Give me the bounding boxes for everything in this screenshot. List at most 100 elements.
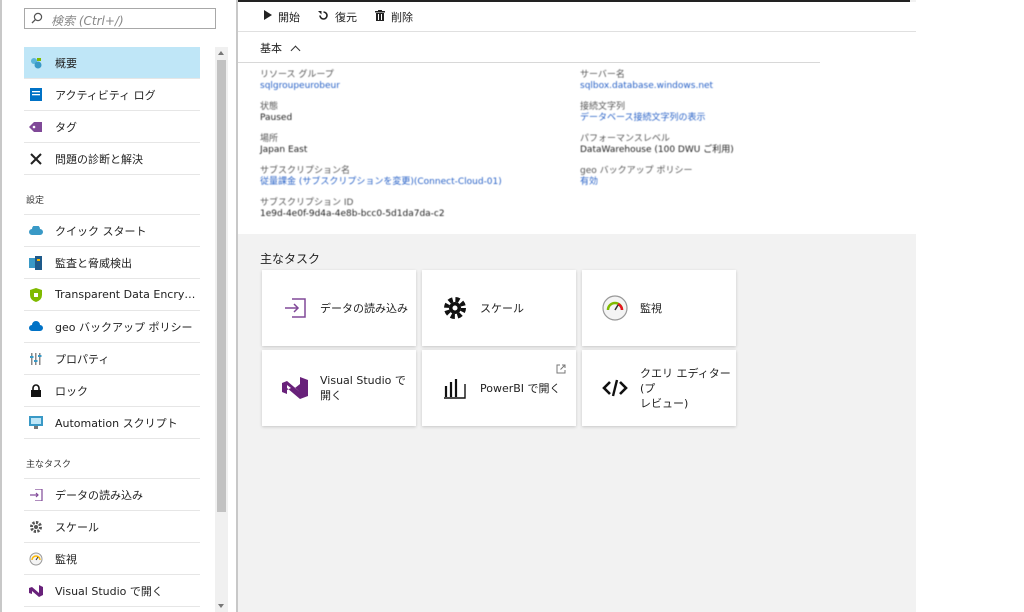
field-value: Paused [260, 113, 293, 123]
search-box[interactable]: 検索 (Ctrl+/) [24, 8, 216, 29]
sidebar-item-label: Transparent Data Encryption [55, 288, 200, 301]
sidebar-item-label: 監査と脅威検出 [55, 256, 132, 270]
section-tasks: 主なタスク [24, 439, 200, 479]
trash-icon [375, 9, 385, 24]
sidebar-item-diagnose[interactable]: 問題の診断と解決 [24, 143, 200, 175]
geo-backup-icon [28, 319, 44, 335]
tile-label-line1: クエリ エディター (プ [640, 366, 731, 395]
tasks-title: 主なタスク [260, 252, 321, 266]
sidebar-item-properties[interactable]: プロパティ [24, 343, 200, 375]
window-border [0, 0, 2, 612]
scroll-down-icon[interactable] [218, 604, 224, 608]
sidebar-item-label: Automation スクリプト [55, 416, 178, 430]
powerbi-icon [440, 373, 470, 403]
delete-button[interactable]: 削除 [375, 9, 413, 25]
main-panel: 開始 復元 削除 基本 リソース グループ sqlgroupeurobeur 状… [238, 0, 916, 612]
sidebar-item-quickstart[interactable]: クイック スタート [24, 215, 200, 247]
scale-gear-icon [28, 519, 44, 535]
field-key: geo バックアップ ポリシー [580, 166, 693, 176]
load-data-icon [28, 487, 44, 503]
field-value-link[interactable]: データベース接続文字列の表示 [580, 113, 706, 124]
field-subscription-id: サブスクリプション ID 1e9d-4e0f-9d4a-4e8b-bcc0-5d… [260, 198, 445, 220]
sidebar-item-label: クイック スタート [55, 224, 147, 238]
field-key: 場所 [260, 134, 279, 144]
field-value-link[interactable]: 従量課金 (サブスクリプションを変更)(Connect-Cloud-01) [260, 177, 502, 188]
sidebar-item-tde[interactable]: Transparent Data Encryption [24, 279, 200, 311]
tile-monitor[interactable]: 監視 [582, 270, 736, 346]
sidebar-item-visual-studio[interactable]: Visual Studio で開く [24, 575, 200, 607]
sidebar-item-label: スケール [55, 520, 99, 534]
scale-gear-icon [440, 293, 470, 323]
field-performance-level: パフォーマンスレベル DataWarehouse (100 DWU ご利用) [580, 134, 734, 156]
field-key: 状態 [260, 102, 279, 112]
field-server-name: サーバー名 sqlbox.database.windows.net [580, 70, 713, 92]
sidebar-item-label: プロパティ [55, 352, 110, 366]
sidebar-item-tags[interactable]: タグ [24, 111, 200, 143]
tile-powerbi[interactable]: PowerBI で開く [422, 350, 576, 426]
essentials-toggle[interactable]: 基本 [260, 40, 301, 56]
field-key: パフォーマンスレベル [580, 134, 670, 144]
sidebar-item-label: データの読み込み [55, 488, 143, 502]
sidebar-item-label: 概要 [55, 56, 77, 70]
sidebar-item-scale[interactable]: スケール [24, 511, 200, 543]
sidebar-item-label: geo バックアップ ポリシー [55, 320, 193, 334]
external-link-icon [556, 364, 566, 374]
field-status: 状態 Paused [260, 102, 292, 124]
empty-area [916, 0, 1024, 612]
tile-label-line2: レビュー) [640, 396, 689, 410]
field-subscription: サブスクリプション名 従量課金 (サブスクリプションを変更)(Connect-C… [260, 166, 502, 188]
essentials-panel: 基本 リソース グループ sqlgroupeurobeur 状態 Paused … [238, 32, 916, 234]
tile-label-line2: 開く [320, 389, 342, 402]
activity-log-icon [28, 87, 44, 103]
field-value-link[interactable]: sqlgroupeurobeur [260, 81, 340, 92]
sidebar-item-audit[interactable]: 監査と脅威検出 [24, 247, 200, 279]
field-geo-backup: geo バックアップ ポリシー 有効 [580, 166, 692, 188]
field-resource-group: リソース グループ sqlgroupeurobeur [260, 70, 340, 92]
scrollbar-thumb[interactable] [217, 60, 226, 512]
sidebar-item-load-data[interactable]: データの読み込み [24, 479, 200, 511]
visual-studio-icon [28, 583, 44, 599]
sidebar-item-label: Visual Studio で開く [55, 584, 163, 598]
tag-icon [28, 119, 44, 135]
tile-query-editor[interactable]: クエリ エディター (プ レビュー) [582, 350, 736, 426]
sidebar-item-label: 監視 [55, 552, 77, 566]
sidebar-item-overview[interactable]: 概要 [24, 47, 200, 79]
field-connection-strings: 接続文字列 データベース接続文字列の表示 [580, 102, 706, 124]
start-button[interactable]: 開始 [264, 9, 300, 25]
field-key: サブスクリプション ID [260, 198, 354, 208]
field-value: DataWarehouse (100 DWU ご利用) [580, 145, 734, 155]
tile-visual-studio[interactable]: Visual Studio で開く [262, 350, 416, 426]
sidebar-item-geo-backup[interactable]: geo バックアップ ポリシー [24, 311, 200, 343]
restore-icon [318, 10, 329, 24]
load-data-icon [280, 293, 310, 323]
field-key: リソース グループ [260, 70, 334, 80]
tile-label: Visual Studio で開く [320, 373, 406, 403]
field-value-link[interactable]: sqlbox.database.windows.net [580, 81, 713, 92]
sidebar-scrollbar[interactable] [215, 47, 228, 612]
automation-icon [28, 415, 44, 431]
field-value-link[interactable]: 有効 [580, 177, 692, 188]
restore-label: 復元 [335, 10, 357, 24]
sidebar-item-activity-log[interactable]: アクティビティ ログ [24, 79, 200, 111]
lock-icon [28, 383, 44, 399]
search-placeholder: 検索 (Ctrl+/) [51, 14, 124, 28]
sidebar-item-lock[interactable]: ロック [24, 375, 200, 407]
tile-scale[interactable]: スケール [422, 270, 576, 346]
tile-load-data[interactable]: データの読み込み [262, 270, 416, 346]
chevron-up-icon [290, 45, 301, 55]
essentials-title: 基本 [260, 42, 282, 55]
sidebar-item-monitor[interactable]: 監視 [24, 543, 200, 575]
field-location: 場所 Japan East [260, 134, 307, 156]
field-key: サーバー名 [580, 70, 625, 80]
query-editor-icon [600, 373, 630, 403]
monitor-gauge-icon [28, 551, 44, 567]
sidebar-item-automation[interactable]: Automation スクリプト [24, 407, 200, 439]
sidebar-item-label: タグ [55, 120, 77, 134]
restore-button[interactable]: 復元 [318, 9, 357, 25]
sidebar-item-label: アクティビティ ログ [55, 88, 156, 102]
scroll-up-icon[interactable] [218, 51, 224, 55]
sidebar-item-label: 問題の診断と解決 [55, 152, 143, 166]
start-label: 開始 [278, 10, 300, 24]
tile-label: スケール [480, 301, 524, 315]
monitor-gauge-icon [600, 293, 630, 323]
